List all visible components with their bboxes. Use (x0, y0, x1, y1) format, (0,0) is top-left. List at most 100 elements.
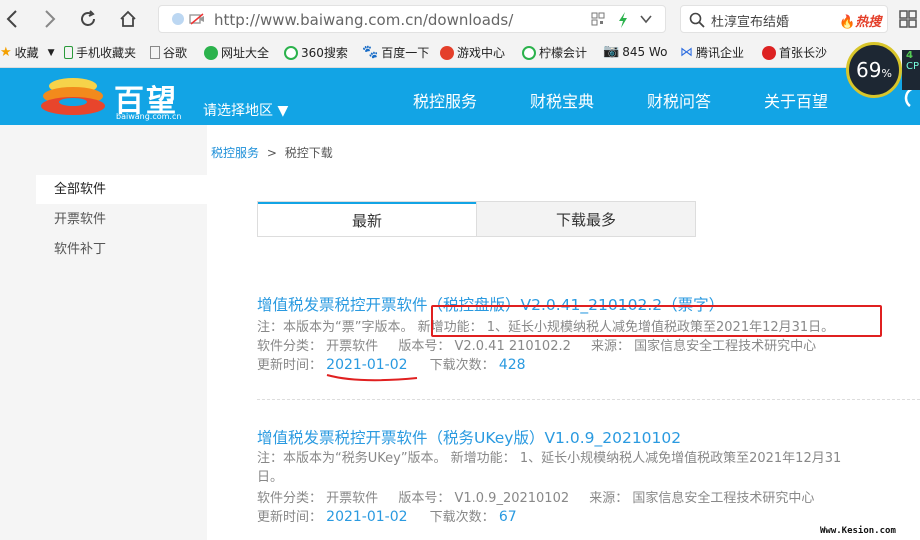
paw-icon: 🐾 (362, 45, 379, 60)
performance-side-panel: 4 CP (902, 50, 920, 90)
bookmark-red-icon (762, 45, 776, 60)
hot-search-label: 热搜 (855, 15, 882, 30)
annotation-underline (326, 374, 418, 382)
home-icon[interactable] (116, 7, 140, 31)
menu-icon[interactable] (896, 7, 920, 31)
logo-domain: baiwang.com.cn (116, 112, 182, 121)
bookmark-label: 柠檬会计 (539, 46, 588, 60)
bookmark-lemon[interactable]: 柠檬会计 (522, 44, 587, 61)
meta-label: 软件分类： (257, 339, 323, 354)
meta-label: 更新时间： (257, 510, 323, 525)
performance-unit: % (881, 66, 892, 80)
meta-label: 版本号： (398, 491, 451, 506)
qr-code-icon[interactable] (591, 12, 605, 30)
annotation-highlight-box (431, 305, 882, 337)
nav-tax-control-service[interactable]: 税控服务 (413, 88, 477, 112)
bookmark-label: 游戏中心 (457, 46, 506, 60)
meta-label: 更新时间： (257, 358, 323, 373)
search-query: 杜淳宣布结婚 (711, 15, 790, 30)
download-count: 67 (498, 509, 517, 525)
tab-latest[interactable]: 最新 (258, 202, 476, 236)
address-bar[interactable]: http://www.baiwang.com.cn/downloads/ (158, 5, 666, 33)
bookmark-games[interactable]: 游戏中心 (440, 44, 505, 61)
performance-value: 69 (856, 58, 882, 82)
search-icon[interactable] (689, 12, 705, 32)
bookmark-label: 收藏 (14, 46, 39, 60)
download-count: 428 (498, 357, 526, 373)
bookmark-google[interactable]: 谷歌 (150, 44, 187, 61)
phone-icon[interactable] (904, 86, 920, 114)
chevron-down-icon: ▼ (47, 47, 55, 58)
hao-icon (204, 45, 218, 60)
breadcrumb-current: 税控下载 (284, 146, 333, 160)
software-note-continued: 日。 (257, 470, 284, 485)
performance-meter[interactable]: 69% (846, 42, 902, 98)
page-icon (150, 46, 160, 59)
tab-label: 最新 (351, 211, 382, 230)
bookmark-baidu[interactable]: 🐾 百度一下 (362, 44, 429, 61)
breadcrumb: 税控服务 > 税控下载 (211, 144, 333, 161)
sidebar-item-label: 软件补丁 (54, 242, 107, 257)
bookmark-favorites[interactable]: ★ 收藏 ▼ (0, 44, 55, 61)
site-header: 百望 baiwang.com.cn 请选择地区 ▼ 税控服务 财税宝典 财税问答… (0, 68, 920, 125)
browser-toolbar: http://www.baiwang.com.cn/downloads/ 杜淳宣… (0, 0, 920, 38)
bookmark-845[interactable]: 📷 845 Wo (603, 44, 667, 59)
site-info-icon[interactable] (171, 12, 185, 30)
software-stats: 更新时间： 2021-01-02 下载次数： 67 (257, 506, 517, 525)
bookmark-changsha[interactable]: 首张长沙 (762, 44, 827, 61)
meta-label: 来源： (589, 491, 629, 506)
sidebar-item-label: 全部软件 (54, 182, 107, 197)
phone-icon (64, 46, 73, 59)
lemon-icon (522, 45, 536, 60)
sort-tabs: 最新 下载最多 (257, 201, 696, 237)
software-title-link[interactable]: 增值税发票税控开票软件（税务UKey版）V1.0.9_20210102 (257, 426, 681, 448)
meta-label: 下载次数： (429, 358, 495, 373)
nav-tax-qa[interactable]: 财税问答 (647, 88, 711, 112)
nav-tax-guide[interactable]: 财税宝典 (530, 88, 594, 112)
bookmark-label: 845 Wo (622, 44, 668, 59)
forward-icon[interactable] (38, 7, 62, 31)
bookmark-label: 手机收藏夹 (76, 46, 137, 60)
meta-label: 来源： (591, 339, 631, 354)
nav-about[interactable]: 关于百望 (764, 88, 828, 112)
bookmarks-bar: ★ 收藏 ▼ 手机收藏夹 谷歌 网址大全 360搜索 🐾 百度一下 游戏中心 柠檬会计… (0, 38, 920, 68)
software-note: 注：本版本为“税务UKey”版本。 新增功能： 1、延长小规模纳税人减免增值税政… (257, 451, 842, 466)
item-divider (257, 399, 920, 400)
star-icon: ★ (0, 45, 12, 60)
tab-most-downloaded[interactable]: 下载最多 (476, 202, 695, 236)
region-selector[interactable]: 请选择地区 ▼ (203, 100, 288, 120)
software-meta: 软件分类： 开票软件 版本号： V1.0.9_20210102 来源： 国家信息… (257, 487, 814, 506)
bookmark-label: 谷歌 (163, 46, 188, 60)
lightning-icon[interactable] (617, 12, 629, 32)
reload-icon[interactable] (76, 7, 100, 31)
breadcrumb-parent-link[interactable]: 税控服务 (211, 146, 259, 160)
meta-label: 版本号： (398, 339, 451, 354)
camera-blocked-icon[interactable] (189, 12, 205, 30)
url-text: http://www.baiwang.com.cn/downloads/ (214, 11, 514, 29)
bookmark-360[interactable]: 360搜索 (284, 44, 348, 61)
sidebar-item-label: 开票软件 (54, 212, 107, 227)
chevron-down-icon[interactable] (639, 12, 653, 30)
sidebar-item-invoicing-software[interactable]: 开票软件 (36, 205, 207, 234)
update-date: 2021-01-02 (326, 509, 408, 525)
bookmark-hao[interactable]: 网址大全 (204, 44, 269, 61)
sidebar-item-patches[interactable]: 软件补丁 (36, 235, 207, 264)
performance-side-label: CP (906, 61, 920, 72)
software-source: 国家信息安全工程技术研究中心 (632, 491, 815, 506)
back-icon[interactable] (0, 7, 24, 31)
bookmark-mobile[interactable]: 手机收藏夹 (64, 44, 136, 61)
bookmark-label: 网址大全 (221, 46, 270, 60)
category-sidebar: 全部软件 开票软件 软件补丁 (0, 125, 207, 540)
baiwang-logo[interactable]: 百望 baiwang.com.cn (38, 74, 188, 122)
bookmark-tencent[interactable]: ⋈ 腾讯企业 (680, 44, 744, 61)
bookmark-label: 首张长沙 (779, 46, 828, 60)
hot-search-badge[interactable]: 🔥热搜 (839, 11, 881, 30)
bookmark-label: 百度一下 (381, 46, 430, 60)
software-meta: 软件分类： 开票软件 版本号： V2.0.41 210102.2 来源： 国家信… (257, 335, 816, 354)
sidebar-item-all-software[interactable]: 全部软件 (36, 175, 207, 204)
performance-side-number: 4 (906, 50, 913, 61)
tencent-icon: ⋈ (680, 45, 693, 60)
meta-label: 下载次数： (429, 510, 495, 525)
software-version: V1.0.9_20210102 (454, 491, 570, 506)
search-box[interactable]: 杜淳宣布结婚 🔥热搜 (680, 5, 888, 33)
